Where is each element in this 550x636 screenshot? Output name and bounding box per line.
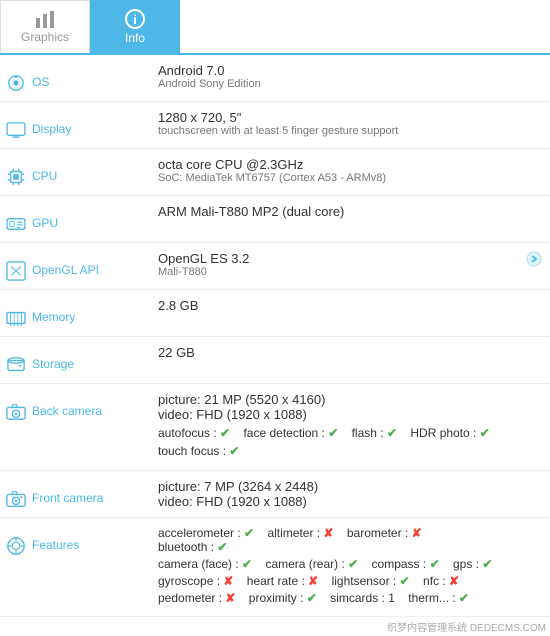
compass-feature: compass : ✔ <box>372 557 440 571</box>
display-value: 1280 x 720, 5" touchscreen with at least… <box>152 102 520 149</box>
tab-graphics[interactable]: Graphics <box>0 0 90 53</box>
memory-value-main: 2.8 GB <box>158 298 514 313</box>
autofocus-check: ✔ <box>220 426 230 440</box>
simcards-feature: simcards : 1 <box>330 591 395 605</box>
gyroscope-feature: gyroscope : ✘ <box>158 574 233 588</box>
storage-label: Storage <box>32 355 74 371</box>
back-camera-icon <box>6 402 26 422</box>
tab-info-label: Info <box>125 31 145 45</box>
camera-rear-feature: camera (rear) : ✔ <box>265 557 358 571</box>
row-display: Display 1280 x 720, 5" touchscreen with … <box>0 102 550 149</box>
therm-feature: therm... : ✔ <box>408 591 469 605</box>
touch-focus-feature: touch focus : ✔ <box>158 444 239 458</box>
tab-graphics-label: Graphics <box>21 30 69 44</box>
face-detection-check: ✔ <box>328 426 338 440</box>
gpu-label: GPU <box>32 214 58 230</box>
row-opengl: OpenGL API OpenGL ES 3.2 Mali-T880 <box>0 243 550 290</box>
features-line-4: pedometer : ✘ proximity : ✔ simcards : 1… <box>158 591 514 605</box>
camera-face-feature: camera (face) : ✔ <box>158 557 252 571</box>
row-memory: Memory 2.8 GB <box>0 290 550 337</box>
front-camera-label: Front camera <box>32 489 103 505</box>
memory-icon <box>6 308 26 328</box>
accelerometer-feature: accelerometer : ✔ <box>158 526 254 540</box>
back-camera-features-line2: touch focus : ✔ <box>158 444 514 458</box>
opengl-chevron[interactable] <box>520 243 550 290</box>
cpu-value: octa core CPU @2.3GHz SoC: MediaTek MT67… <box>152 149 520 196</box>
gpu-value-main: ARM Mali-T880 MP2 (dual core) <box>158 204 514 219</box>
row-cpu: CPU octa core CPU @2.3GHz SoC: MediaTek … <box>0 149 550 196</box>
opengl-icon <box>6 261 26 281</box>
os-value: Android 7.0 Android Sony Edition <box>152 55 520 102</box>
features-value: accelerometer : ✔ altimeter : ✘ baromete… <box>152 518 520 617</box>
row-back-camera: Back camera picture: 21 MP (5520 x 4160)… <box>0 384 550 471</box>
touch-focus-check: ✔ <box>229 444 239 458</box>
features-line-2: camera (face) : ✔ camera (rear) : ✔ comp… <box>158 557 514 571</box>
svg-text:i: i <box>133 12 137 27</box>
row-gpu: GPU ARM Mali-T880 MP2 (dual core) <box>0 196 550 243</box>
cpu-icon <box>6 167 26 187</box>
features-icon <box>6 536 26 556</box>
hdr-check: ✔ <box>480 426 490 440</box>
front-camera-value: picture: 7 MP (3264 x 2448) video: FHD (… <box>152 471 520 518</box>
cpu-label: CPU <box>32 167 57 183</box>
os-value-main: Android 7.0 <box>158 63 514 78</box>
memory-label: Memory <box>32 308 75 324</box>
back-camera-video: video: FHD (1920 x 1088) <box>158 407 514 422</box>
opengl-value-sub: Mali-T880 <box>158 266 514 278</box>
bluetooth-feature: bluetooth : ✔ <box>158 540 227 554</box>
back-camera-label: Back camera <box>32 402 102 418</box>
watermark: 织梦内容管理系统 DEDECMS.COM <box>387 619 546 634</box>
android-icon <box>6 73 26 93</box>
features-line-1: accelerometer : ✔ altimeter : ✘ baromete… <box>158 526 514 554</box>
front-camera-video: video: FHD (1920 x 1088) <box>158 494 514 509</box>
display-label: Display <box>32 120 71 136</box>
lightsensor-feature: lightsensor : ✔ <box>332 574 410 588</box>
display-value-main: 1280 x 720, 5" <box>158 110 514 125</box>
gps-feature: gps : ✔ <box>453 557 492 571</box>
info-icon: i <box>125 9 145 29</box>
gpu-icon <box>6 214 26 234</box>
gpu-value: ARM Mali-T880 MP2 (dual core) <box>152 196 520 243</box>
info-table: OS Android 7.0 Android Sony Edition Disp… <box>0 55 550 617</box>
flash-check: ✔ <box>387 426 397 440</box>
altimeter-feature: altimeter : ✘ <box>267 526 333 540</box>
barometer-feature: barometer : ✘ <box>347 526 422 540</box>
storage-icon <box>6 355 26 375</box>
cpu-value-main: octa core CPU @2.3GHz <box>158 157 514 172</box>
row-storage: Storage 22 GB <box>0 337 550 384</box>
cpu-value-sub: SoC: MediaTek MT6757 (Cortex A53 - ARMv8… <box>158 172 514 184</box>
row-features: Features accelerometer : ✔ altimeter : ✘… <box>0 518 550 617</box>
memory-value: 2.8 GB <box>152 290 520 337</box>
heart-rate-feature: heart rate : ✘ <box>247 574 318 588</box>
hdr-feature: HDR photo : ✔ <box>410 426 489 440</box>
display-icon <box>6 120 26 140</box>
back-camera-picture: picture: 21 MP (5520 x 4160) <box>158 392 514 407</box>
nfc-feature: nfc : ✘ <box>423 574 459 588</box>
opengl-value: OpenGL ES 3.2 Mali-T880 <box>152 243 520 290</box>
back-camera-features-line1: autofocus : ✔ face detection : ✔ flash :… <box>158 426 514 440</box>
display-value-sub: touchscreen with at least 5 finger gestu… <box>158 125 514 137</box>
features-label: Features <box>32 536 79 552</box>
tab-bar: Graphics i Info <box>0 0 550 55</box>
features-line-3: gyroscope : ✘ heart rate : ✘ lightsensor… <box>158 574 514 588</box>
front-camera-icon <box>6 489 26 509</box>
autofocus-feature: autofocus : ✔ <box>158 426 230 440</box>
flash-feature: flash : ✔ <box>352 426 397 440</box>
row-front-camera: Front camera picture: 7 MP (3264 x 2448)… <box>0 471 550 518</box>
os-label: OS <box>32 73 49 89</box>
opengl-value-main: OpenGL ES 3.2 <box>158 251 514 266</box>
row-os: OS Android 7.0 Android Sony Edition <box>0 55 550 102</box>
bar-chart-icon <box>34 10 56 28</box>
pedometer-feature: pedometer : ✘ <box>158 591 235 605</box>
os-value-sub: Android Sony Edition <box>158 78 514 90</box>
front-camera-picture: picture: 7 MP (3264 x 2448) <box>158 479 514 494</box>
storage-value-main: 22 GB <box>158 345 514 360</box>
proximity-feature: proximity : ✔ <box>249 591 317 605</box>
storage-value: 22 GB <box>152 337 520 384</box>
face-detection-feature: face detection : ✔ <box>243 426 338 440</box>
opengl-label: OpenGL API <box>32 261 99 277</box>
back-camera-value: picture: 21 MP (5520 x 4160) video: FHD … <box>152 384 520 471</box>
tab-info[interactable]: i Info <box>90 0 180 53</box>
